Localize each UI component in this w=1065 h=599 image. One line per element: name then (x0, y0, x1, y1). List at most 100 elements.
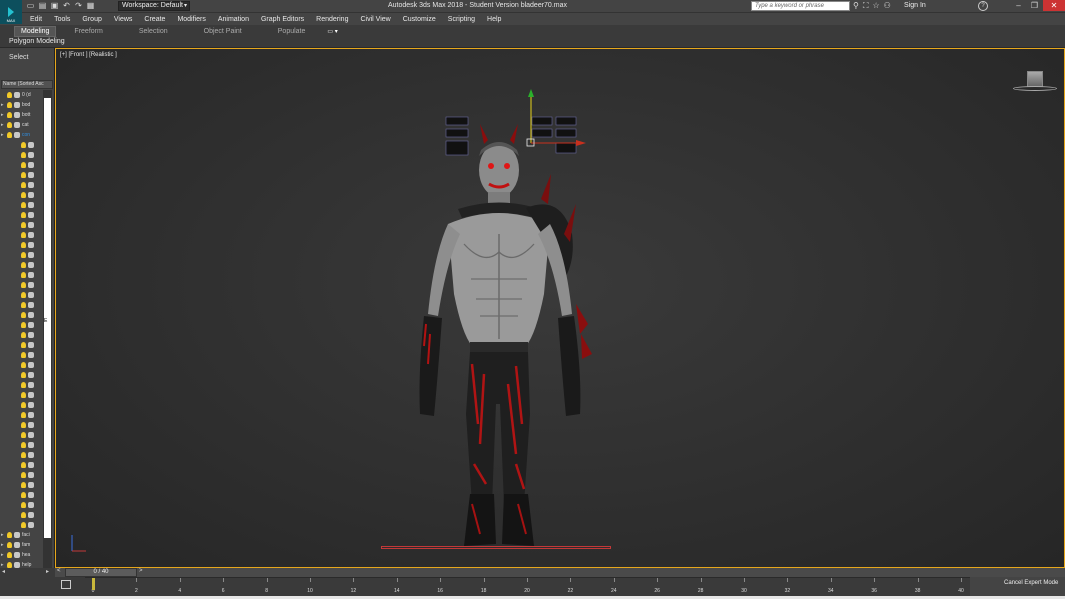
tree-row[interactable] (1, 180, 43, 190)
menu-animation[interactable]: Animation (212, 16, 255, 23)
tree-row[interactable] (1, 500, 43, 510)
tree-row[interactable] (1, 450, 43, 460)
explorer-scrollbar[interactable]: E (43, 90, 52, 568)
expand-icon[interactable]: ▸ (1, 102, 5, 108)
tab-object-paint[interactable]: Object Paint (186, 28, 260, 35)
light-bulb-icon[interactable] (21, 522, 26, 528)
light-bulb-icon[interactable] (21, 162, 26, 168)
light-bulb-icon[interactable] (21, 322, 26, 328)
name-column-header[interactable]: Name (Sorted Asc (1, 80, 53, 89)
menu-help[interactable]: Help (481, 16, 507, 23)
light-bulb-icon[interactable] (21, 482, 26, 488)
tree-row[interactable] (1, 460, 43, 470)
gizmo-x-arrow-icon[interactable] (576, 140, 586, 146)
select-menu[interactable]: Select (9, 54, 28, 61)
light-bulb-icon[interactable] (21, 462, 26, 468)
light-bulb-icon[interactable] (21, 452, 26, 458)
light-bulb-icon[interactable] (21, 472, 26, 478)
project-folder-icon[interactable]: ▦ (86, 1, 95, 10)
tree-row[interactable]: ▸ bod (1, 100, 43, 110)
current-frame-marker[interactable] (92, 578, 95, 590)
light-bulb-icon[interactable] (21, 382, 26, 388)
tree-row[interactable] (1, 490, 43, 500)
rig-ctrl-3[interactable] (445, 140, 469, 156)
tree-row[interactable]: ▸ hea (1, 550, 43, 560)
tree-row[interactable] (1, 430, 43, 440)
light-bulb-icon[interactable] (21, 172, 26, 178)
light-bulb-icon[interactable] (21, 292, 26, 298)
light-bulb-icon[interactable] (7, 102, 12, 108)
expand-icon[interactable]: ▸ (1, 132, 5, 138)
light-bulb-icon[interactable] (21, 432, 26, 438)
light-bulb-icon[interactable] (21, 372, 26, 378)
tab-modeling[interactable]: Modeling (14, 25, 57, 37)
light-bulb-icon[interactable] (21, 402, 26, 408)
tree-row[interactable] (1, 470, 43, 480)
tree-row[interactable] (1, 140, 43, 150)
tree-row[interactable] (1, 320, 43, 330)
light-bulb-icon[interactable] (7, 122, 12, 128)
scroll-right-icon[interactable]: ▸ (46, 568, 49, 575)
ribbon-options-icon[interactable]: ▭ ▾ (327, 28, 337, 35)
minimize-icon[interactable]: – (1011, 0, 1026, 11)
tree-row[interactable] (1, 170, 43, 180)
light-bulb-icon[interactable] (7, 92, 12, 98)
expand-icon[interactable]: ▸ (1, 112, 5, 118)
rig-ctrl-5[interactable] (555, 116, 577, 126)
tree-row[interactable]: ▸ faci (1, 530, 43, 540)
light-bulb-icon[interactable] (21, 352, 26, 358)
undo-icon[interactable]: ↶ (62, 1, 71, 10)
front-viewport[interactable]: [+] [Front ] [Realistic ] (55, 48, 1065, 568)
tree-row[interactable] (1, 480, 43, 490)
tree-row[interactable] (1, 220, 43, 230)
close-icon[interactable]: ✕ (1043, 0, 1065, 11)
save-icon[interactable]: ▣ (50, 1, 59, 10)
rig-controllers[interactable] (444, 85, 594, 165)
sign-in-link[interactable]: Sign In (904, 2, 926, 9)
light-bulb-icon[interactable] (21, 152, 26, 158)
track-bar[interactable]: 0 2 4 6 8 10 12 14 16 18 20 22 24 26 28 30 32 34 36 38 40 (85, 577, 970, 596)
tree-row[interactable] (1, 190, 43, 200)
light-bulb-icon[interactable] (7, 132, 12, 138)
tree-row[interactable] (1, 240, 43, 250)
tab-populate[interactable]: Populate (260, 28, 324, 35)
search-input[interactable]: Type a keyword or phrase (751, 1, 850, 11)
tree-row[interactable] (1, 210, 43, 220)
light-bulb-icon[interactable] (21, 222, 26, 228)
tree-row[interactable]: ▸ con (1, 130, 43, 140)
light-bulb-icon[interactable] (21, 282, 26, 288)
light-bulb-icon[interactable] (21, 252, 26, 258)
light-bulb-icon[interactable] (21, 442, 26, 448)
tree-row[interactable] (1, 380, 43, 390)
track-view-icon[interactable] (61, 580, 71, 589)
scroll-left-icon[interactable]: ◂ (2, 568, 5, 575)
light-bulb-icon[interactable] (7, 542, 12, 548)
tree-row[interactable] (1, 360, 43, 370)
tree-row[interactable] (1, 150, 43, 160)
light-bulb-icon[interactable] (21, 242, 26, 248)
viewcube-ring[interactable] (1013, 86, 1057, 91)
tree-row[interactable]: ▸ fam (1, 540, 43, 550)
light-bulb-icon[interactable] (21, 342, 26, 348)
menu-create[interactable]: Create (138, 16, 171, 23)
light-bulb-icon[interactable] (21, 412, 26, 418)
cancel-expert-mode-button[interactable]: Cancel Expert Mode (1004, 580, 1058, 586)
light-bulb-icon[interactable] (21, 262, 26, 268)
redo-icon[interactable]: ↷ (74, 1, 83, 10)
gizmo-y-arrow-icon[interactable] (528, 89, 534, 97)
help-icon[interactable]: ? (978, 1, 988, 11)
tree-row[interactable] (1, 400, 43, 410)
tree-row[interactable] (1, 310, 43, 320)
tree-row[interactable] (1, 420, 43, 430)
expand-icon[interactable]: ▸ (1, 552, 5, 558)
user-icon[interactable]: ⚇ (884, 1, 891, 11)
light-bulb-icon[interactable] (7, 552, 12, 558)
star-icon[interactable]: ☆ (872, 1, 879, 11)
subscription-icon[interactable]: ⛶ (863, 1, 869, 11)
tree-row[interactable] (1, 330, 43, 340)
tree-row[interactable] (1, 390, 43, 400)
light-bulb-icon[interactable] (21, 182, 26, 188)
binoculars-icon[interactable]: ⚲ (853, 1, 859, 11)
menu-edit[interactable]: Edit (24, 16, 48, 23)
tree-row[interactable] (1, 270, 43, 280)
